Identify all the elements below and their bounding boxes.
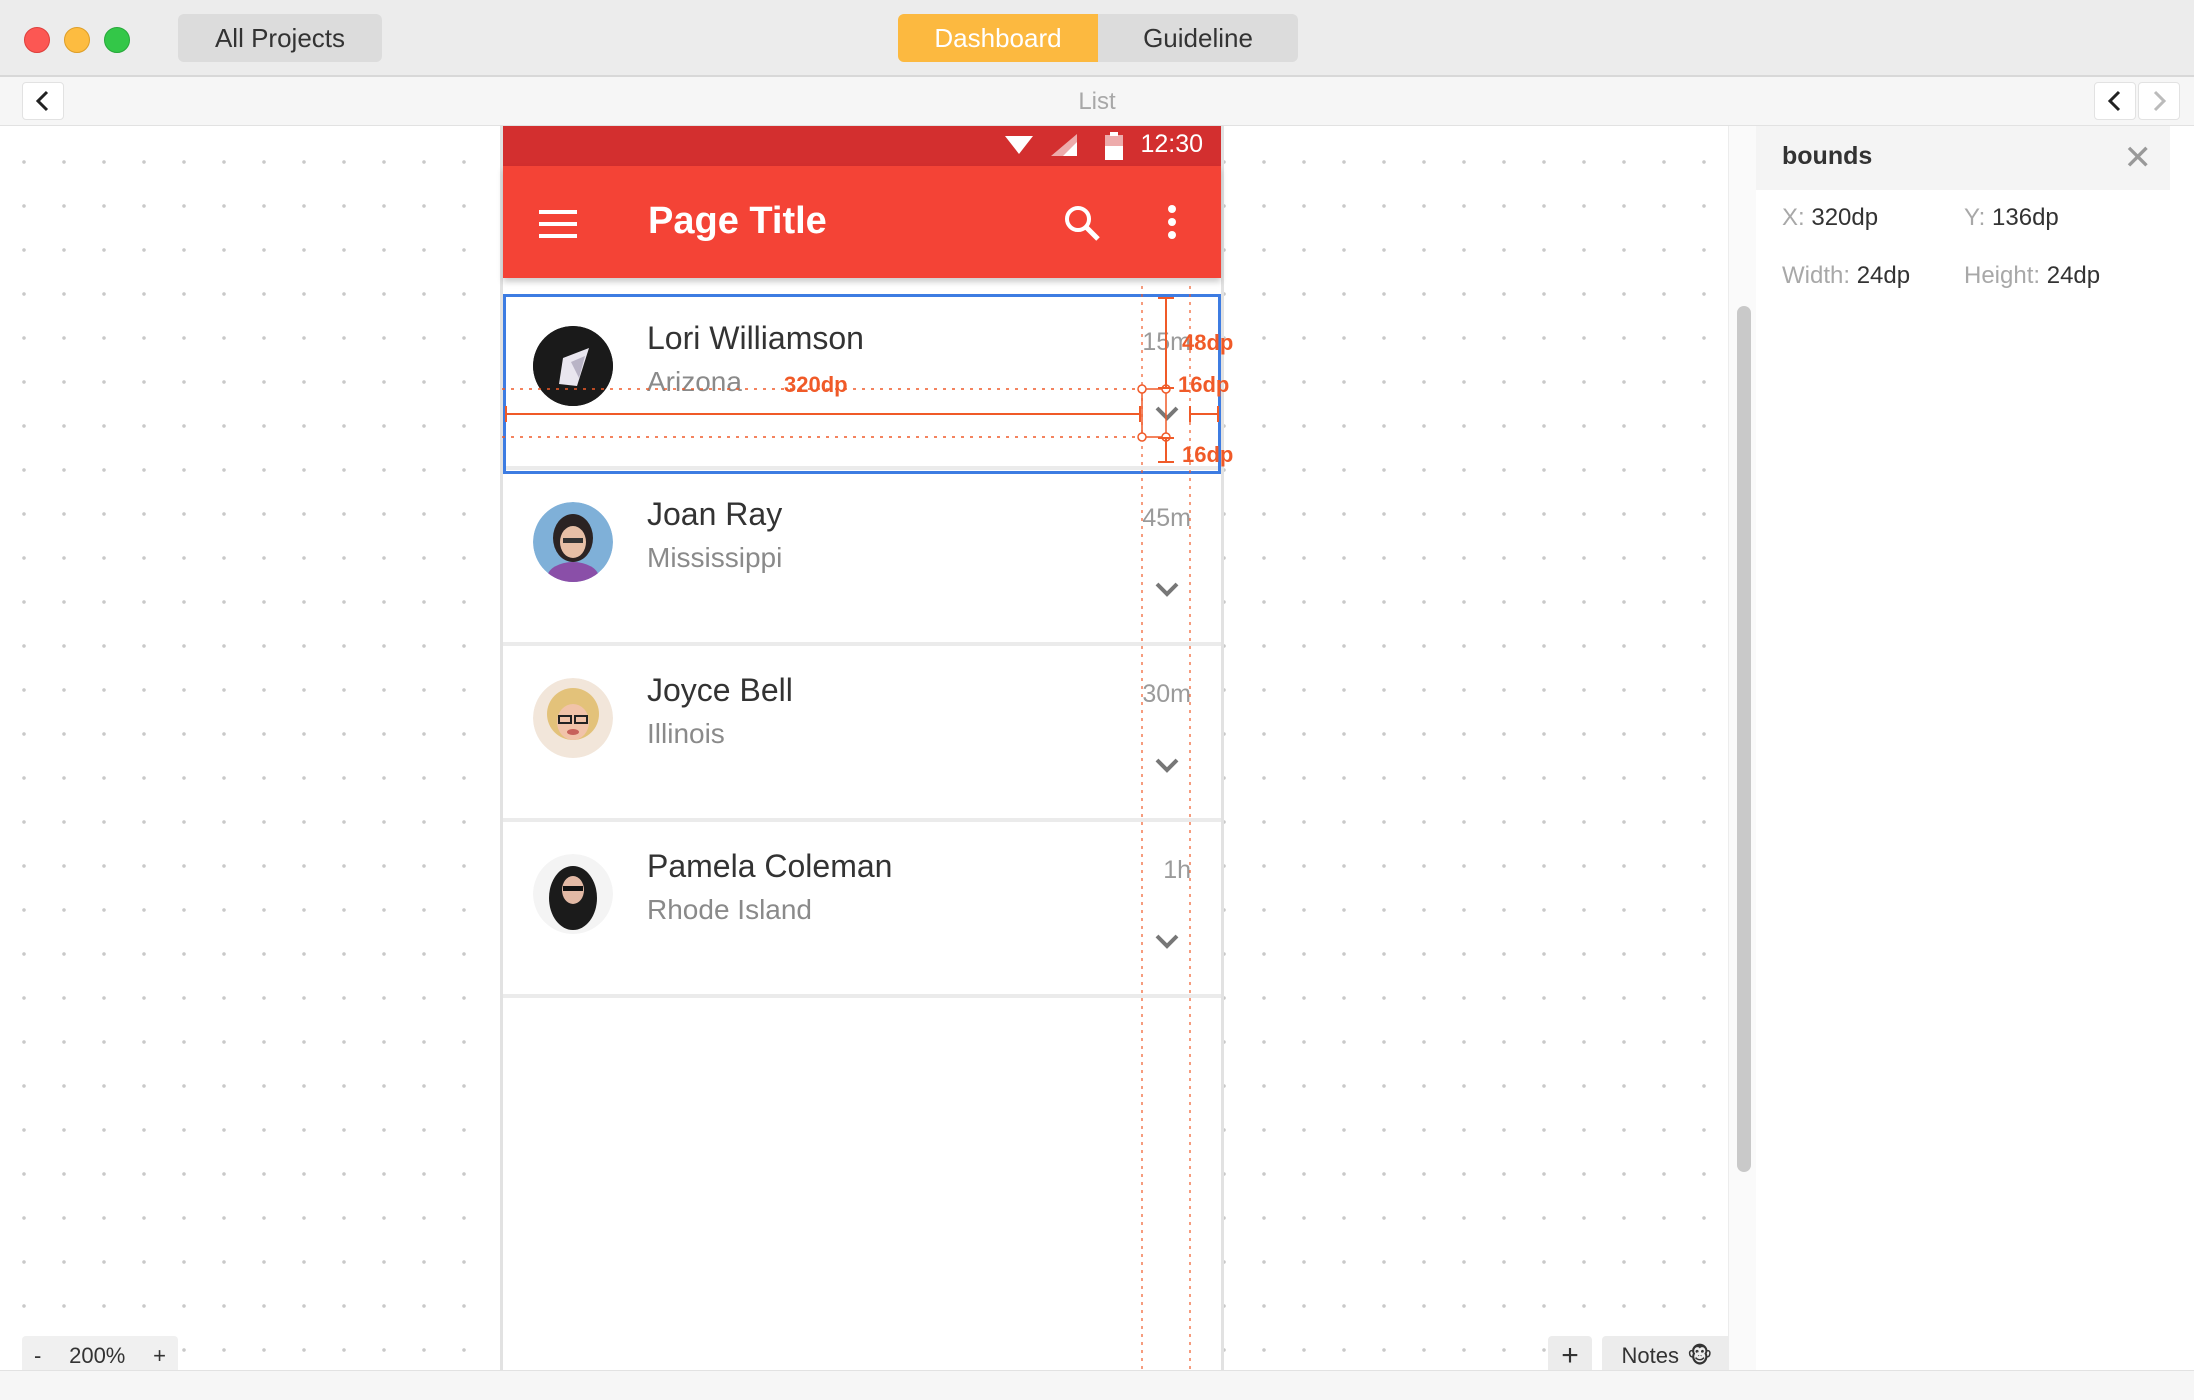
- margin-right-annotation: 16dp: [1178, 372, 1230, 397]
- notes-button[interactable]: Notes 🐵: [1602, 1336, 1728, 1370]
- prop-y: Y: 136dp: [1964, 204, 2059, 232]
- list-item[interactable]: Joyce Bell Illinois 30m: [503, 646, 1221, 822]
- prop-width-key: Width:: [1782, 262, 1851, 289]
- list-item[interactable]: Pamela Coleman Rhode Island 1h: [503, 822, 1221, 998]
- signal-icon: [1051, 134, 1077, 156]
- item-location: Mississippi: [647, 542, 783, 573]
- prop-height-value: 24dp: [2046, 262, 2101, 289]
- app-bar: Page Title: [503, 166, 1221, 278]
- item-name: Joan Ray: [647, 496, 783, 532]
- selected-element-outline: [503, 294, 1221, 474]
- width-annotation: 320dp: [784, 372, 848, 397]
- notes-label: Notes: [1621, 1343, 1680, 1368]
- nav-bar: List: [0, 77, 2194, 126]
- prop-x-key: X:: [1782, 204, 1805, 231]
- minimize-window-button[interactable]: [64, 27, 90, 53]
- menu-icon[interactable]: [539, 210, 577, 238]
- zoom-window-button[interactable]: [104, 27, 130, 53]
- inspector-header: bounds ✕: [1756, 126, 2170, 190]
- item-location: Rhode Island: [647, 894, 813, 925]
- prop-height: Height: 24dp: [1964, 262, 2100, 290]
- chevron-right-icon: [2153, 90, 2167, 112]
- item-time: 30m: [1142, 680, 1191, 708]
- monkey-icon: 🐵: [1687, 1343, 1713, 1368]
- status-time: 12:30: [1140, 130, 1203, 158]
- height-annotation: 48dp: [1182, 330, 1234, 355]
- page-title: Page Title: [648, 200, 827, 242]
- inspector-title: bounds: [1782, 142, 1873, 170]
- item-name: Joyce Bell: [647, 672, 793, 708]
- prop-width: Width: 24dp: [1782, 262, 1910, 290]
- tab-dashboard[interactable]: Dashboard: [898, 14, 1098, 62]
- screen-title: List: [1078, 88, 1116, 115]
- list-item[interactable]: Joan Ray Mississippi 45m: [503, 470, 1221, 646]
- zoom-in-button[interactable]: +: [153, 1343, 166, 1369]
- more-vert-icon[interactable]: [1167, 204, 1177, 240]
- close-icon[interactable]: ✕: [2124, 138, 2153, 178]
- prop-y-key: Y:: [1964, 204, 1986, 231]
- zoom-out-button[interactable]: -: [34, 1343, 41, 1369]
- add-note-button[interactable]: +: [1548, 1336, 1592, 1370]
- zoom-control: - 200% +: [22, 1336, 178, 1370]
- margin-bottom-annotation: 16dp: [1182, 442, 1234, 467]
- prop-y-value: 136dp: [1992, 204, 2059, 231]
- inspector-panel: bounds ✕ X: 320dp Y: 136dp Width: 24dp H…: [1756, 126, 2194, 1370]
- item-time: 45m: [1142, 504, 1191, 532]
- avatar: [533, 502, 613, 582]
- next-screen-button[interactable]: [2138, 82, 2180, 120]
- prop-x-value: 320dp: [1811, 204, 1879, 231]
- canvas-scrollbar[interactable]: [1728, 126, 1756, 1370]
- chevron-left-icon: [2107, 90, 2121, 112]
- design-canvas[interactable]: 12:30 Page Title Lori Williamson Arizona…: [0, 126, 1728, 1370]
- phone-screen: 12:30 Page Title Lori Williamson Arizona…: [500, 126, 1224, 1370]
- prop-x: X: 320dp: [1782, 204, 1878, 232]
- status-bar: 12:30: [503, 126, 1221, 166]
- item-time: 1h: [1163, 856, 1191, 884]
- previous-screen-button[interactable]: [2094, 82, 2136, 120]
- close-window-button[interactable]: [24, 27, 50, 53]
- title-bar: All Projects Dashboard Guideline: [0, 0, 2194, 77]
- chevron-down-icon[interactable]: [1151, 754, 1183, 778]
- battery-icon: [1105, 132, 1123, 160]
- item-name: Pamela Coleman: [647, 848, 893, 884]
- prop-height-key: Height:: [1964, 262, 2041, 289]
- chevron-down-icon[interactable]: [1151, 930, 1183, 954]
- search-icon[interactable]: [1063, 204, 1101, 242]
- zoom-level: 200%: [69, 1343, 126, 1368]
- bottom-strip: [0, 1370, 2194, 1400]
- avatar: [533, 678, 613, 758]
- chevron-down-icon[interactable]: [1151, 578, 1183, 602]
- tab-guideline[interactable]: Guideline: [1098, 14, 1298, 62]
- item-location: Illinois: [647, 718, 725, 749]
- prop-width-value: 24dp: [1856, 262, 1911, 289]
- avatar: [533, 854, 613, 934]
- wifi-icon: [1005, 136, 1033, 154]
- scrollbar-thumb[interactable]: [1737, 306, 1751, 1172]
- all-projects-button[interactable]: All Projects: [178, 14, 382, 62]
